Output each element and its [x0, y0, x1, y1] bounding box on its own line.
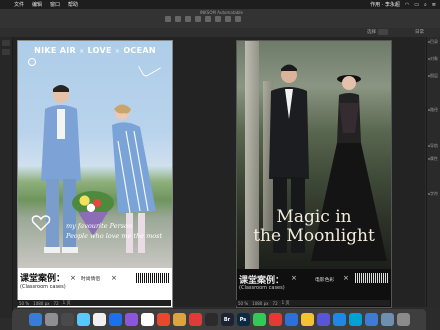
- dock-app-icon[interactable]: [252, 313, 266, 326]
- wifi-icon[interactable]: ◠: [405, 2, 409, 8]
- dock-app-icon[interactable]: [108, 313, 122, 326]
- brand-separator: ×: [79, 48, 85, 55]
- panel-tab[interactable]: 路径: [430, 107, 438, 113]
- shape-tool-icon[interactable]: [205, 16, 211, 22]
- right-panel: 目录 对象 图层 路径 导航 属性 字符: [426, 37, 440, 307]
- barcode-graphic: [136, 273, 170, 283]
- case-tag: 时尚情侣: [81, 277, 101, 282]
- doc-resolution: 72: [53, 300, 59, 306]
- left-tool-panel: [0, 37, 13, 318]
- dock-app-icon[interactable]: [60, 313, 74, 326]
- doc-size: 1080 px: [33, 300, 50, 306]
- handwritten-text: my favourite Person People who love me t…: [66, 221, 162, 241]
- menu-item-edit[interactable]: 编辑: [28, 1, 46, 8]
- eraser-tool-icon[interactable]: [225, 16, 231, 22]
- control-center-icon[interactable]: ≡: [432, 2, 436, 8]
- status-bar-left: 50 % 1080 px 72 1 页: [17, 300, 171, 306]
- user-label: 作用 · 李永超: [370, 2, 400, 8]
- dock-app-icon[interactable]: Br: [220, 313, 234, 326]
- document-left[interactable]: NIKE AIR × LOVE × OCEAN my favourite Per…: [17, 40, 173, 308]
- dock-app-icon[interactable]: [204, 313, 218, 326]
- page-count: 1 页: [281, 300, 290, 305]
- brand-header: NIKE AIR × LOVE × OCEAN: [18, 46, 172, 55]
- dock-app-icon[interactable]: [140, 313, 154, 326]
- menu-bar: 文件 编辑 窗口 帮助 作用 · 李永超 ◠ ▭ ⌕ ≡: [0, 0, 440, 9]
- case-subtitle: (Classroom cases): [20, 284, 66, 290]
- select-label[interactable]: 选择: [367, 29, 376, 35]
- dock-app-icon[interactable]: [332, 313, 346, 326]
- dock-app-icon[interactable]: [348, 313, 362, 326]
- handwritten-line-1: my favourite Person: [66, 222, 133, 230]
- dock-app-icon[interactable]: [284, 313, 298, 326]
- zoom-tool-icon[interactable]: [235, 16, 241, 22]
- menu-item-help[interactable]: 帮助: [64, 1, 82, 8]
- close-icon: ×: [111, 274, 117, 282]
- battery-icon[interactable]: ▭: [414, 2, 419, 8]
- dock-app-icon[interactable]: [76, 313, 90, 326]
- brand-love: LOVE: [87, 46, 112, 55]
- dock-app-icon[interactable]: [156, 313, 170, 326]
- panel-tab[interactable]: 对象: [430, 56, 438, 62]
- document-right[interactable]: Magic in the Moonlight 课堂案例： (Classroom …: [236, 40, 392, 308]
- case-subtitle: (Classroom cases): [239, 285, 285, 291]
- brand-ocean: OCEAN: [123, 46, 156, 55]
- panel-tab[interactable]: 字符: [430, 191, 438, 197]
- dock-app-icon[interactable]: [28, 313, 42, 326]
- panel-tab[interactable]: 目录: [430, 39, 438, 45]
- panel-tab[interactable]: 图层: [430, 73, 438, 79]
- heart-icon: [31, 215, 51, 232]
- panel-tab[interactable]: 导航: [430, 143, 438, 149]
- headline: Magic in the Moonlight: [237, 208, 391, 246]
- headline-line-1: Magic in: [276, 207, 352, 227]
- dock-app-icon[interactable]: [188, 313, 202, 326]
- option-dropdown[interactable]: [378, 29, 388, 35]
- doc-size: 1080 px: [252, 300, 269, 306]
- brand-separator: ×: [114, 48, 121, 55]
- headline-line-2: the Moonlight: [253, 226, 375, 246]
- page-count: 1 页: [62, 300, 71, 305]
- dock-app-icon[interactable]: [380, 313, 394, 326]
- dock-app-icon[interactable]: [364, 313, 378, 326]
- brand-nike: NIKE AIR: [34, 46, 77, 55]
- zoom-level[interactable]: 50 %: [238, 301, 248, 306]
- barcode-graphic: [355, 273, 389, 283]
- case-title: 课堂案例：: [20, 274, 66, 284]
- dock-app-icon[interactable]: [172, 313, 186, 326]
- search-icon[interactable]: ⌕: [424, 2, 427, 8]
- sun-icon: [28, 58, 36, 66]
- doc-resolution: 72: [272, 300, 278, 306]
- window-title: INKSOM Automatable: [200, 10, 243, 15]
- brush-tool-icon[interactable]: [185, 16, 191, 22]
- pen-tool-icon[interactable]: [215, 16, 221, 22]
- tool-panel-icon[interactable]: [2, 49, 10, 55]
- menu-bar-status-area: 作用 · 李永超 ◠ ▭ ⌕ ≡: [370, 0, 436, 9]
- dock: Br Ps: [12, 309, 426, 330]
- text-tool-icon[interactable]: [195, 16, 201, 22]
- handwritten-line-2: People who love me the most: [66, 232, 163, 240]
- dock-app-icon[interactable]: [124, 313, 138, 326]
- dock-app-icon[interactable]: [316, 313, 330, 326]
- crop-tool-icon[interactable]: [175, 16, 181, 22]
- workspace-tab[interactable]: 日常: [415, 29, 424, 35]
- app-toolbar: INKSOM Automatable: [0, 9, 440, 29]
- menu-item-file[interactable]: 文件: [10, 1, 28, 8]
- dock-app-icon[interactable]: [92, 313, 106, 326]
- flower-bouquet: [72, 191, 114, 215]
- status-bar-right: 50 % 1080 px 72 1 页: [236, 300, 390, 306]
- dock-app-icon[interactable]: [396, 313, 410, 326]
- dock-app-icon[interactable]: [300, 313, 314, 326]
- panel-tab[interactable]: 属性: [430, 156, 438, 162]
- tool-panel-icon[interactable]: [2, 40, 10, 46]
- close-icon: ×: [343, 274, 349, 282]
- dock-app-icon[interactable]: Ps: [236, 313, 250, 326]
- close-icon: ×: [70, 274, 76, 282]
- select-tool-icon[interactable]: [165, 16, 171, 22]
- close-icon: ×: [291, 274, 297, 282]
- case-tag: 电影色彩: [315, 278, 335, 283]
- menu-item-window[interactable]: 窗口: [46, 1, 64, 8]
- zoom-level[interactable]: 50 %: [19, 301, 29, 306]
- dock-app-icon[interactable]: [268, 313, 282, 326]
- options-bar: 选择 日常: [0, 28, 440, 37]
- dock-app-icon[interactable]: [44, 313, 58, 326]
